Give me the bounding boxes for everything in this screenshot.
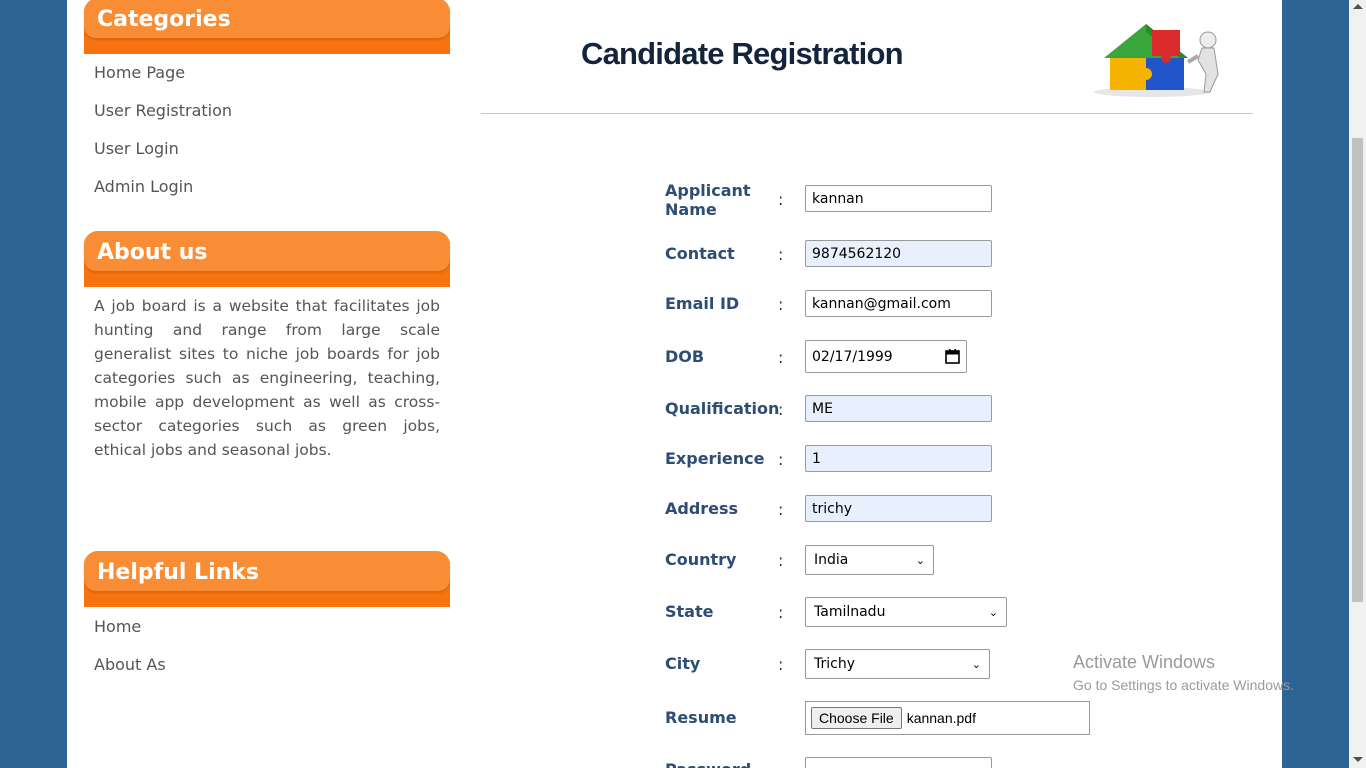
- colon: :: [778, 603, 784, 622]
- dob-label: DOB: [665, 347, 705, 366]
- calendar-icon[interactable]: [945, 349, 960, 364]
- contact-input[interactable]: 9874562120: [805, 240, 992, 267]
- about-text: A job board is a website that facilitate…: [94, 297, 440, 459]
- country-label: Country: [665, 550, 737, 569]
- email-label: Email ID: [665, 294, 740, 313]
- helpful-links-title: Helpful Links: [97, 560, 260, 585]
- scrollbar-thumb[interactable]: [1352, 138, 1363, 602]
- colon: :: [778, 551, 784, 570]
- link-home[interactable]: Home: [94, 617, 141, 636]
- chevron-down-icon: ⌄: [915, 553, 925, 567]
- link-user-registration[interactable]: User Registration: [94, 101, 232, 120]
- categories-title: Categories: [97, 7, 231, 32]
- about-header: About us: [84, 231, 450, 287]
- experience-input[interactable]: 1: [805, 445, 992, 472]
- colon: :: [778, 655, 784, 674]
- name-label: Applicant Name: [665, 181, 751, 219]
- link-user-login[interactable]: User Login: [94, 139, 179, 158]
- country-value: India: [814, 552, 849, 568]
- colon: :: [778, 245, 784, 264]
- header-divider: [481, 113, 1253, 114]
- dob-value: 02/17/1999: [812, 348, 893, 365]
- applicant-name-input[interactable]: kannan: [805, 185, 992, 212]
- email-input[interactable]: kannan@gmail.com: [805, 290, 992, 317]
- scroll-up-icon[interactable]: [1353, 4, 1363, 9]
- colon: :: [778, 348, 784, 367]
- activate-windows-subtitle: Go to Settings to activate Windows.: [1073, 677, 1294, 693]
- link-admin-login[interactable]: Admin Login: [94, 177, 193, 196]
- state-label: State: [665, 602, 714, 621]
- helpful-links-header: Helpful Links: [84, 551, 450, 607]
- country-select[interactable]: India ⌄: [805, 545, 934, 575]
- page-title: Candidate Registration: [581, 36, 904, 71]
- city-select[interactable]: Trichy ⌄: [805, 649, 990, 679]
- link-about[interactable]: About As: [94, 655, 166, 674]
- password-label: Password: [665, 760, 751, 768]
- about-title: About us: [97, 240, 208, 265]
- address-input[interactable]: trichy: [805, 495, 992, 522]
- colon: :: [778, 400, 784, 419]
- colon: :: [778, 190, 784, 209]
- qualification-input[interactable]: ME: [805, 395, 992, 422]
- scroll-down-icon[interactable]: [1353, 757, 1363, 762]
- state-select[interactable]: Tamilnadu ⌄: [805, 597, 1007, 627]
- experience-label: Experience: [665, 449, 765, 468]
- state-value: Tamilnadu: [814, 604, 886, 620]
- puzzle-house-icon: [1094, 24, 1219, 97]
- city-value: Trichy: [814, 656, 855, 672]
- password-input[interactable]: [805, 757, 992, 768]
- contact-label: Contact: [665, 244, 735, 263]
- resume-label: Resume: [665, 708, 737, 727]
- address-label: Address: [665, 499, 739, 518]
- link-home-page[interactable]: Home Page: [94, 63, 185, 82]
- choose-file-button[interactable]: Choose File: [811, 707, 902, 729]
- dob-input[interactable]: 02/17/1999: [805, 340, 967, 373]
- categories-header: Categories: [84, 0, 450, 54]
- chevron-down-icon: ⌄: [971, 657, 981, 671]
- qualification-label: Qualification: [665, 399, 780, 418]
- resume-file-input[interactable]: Choose File kannan.pdf: [805, 701, 1090, 735]
- resume-file-name: kannan.pdf: [906, 710, 976, 726]
- city-label: City: [665, 654, 701, 673]
- activate-windows-title: Activate Windows: [1073, 652, 1216, 672]
- colon: :: [778, 500, 784, 519]
- colon: :: [778, 295, 784, 314]
- colon: :: [778, 450, 784, 469]
- chevron-down-icon: ⌄: [988, 605, 998, 619]
